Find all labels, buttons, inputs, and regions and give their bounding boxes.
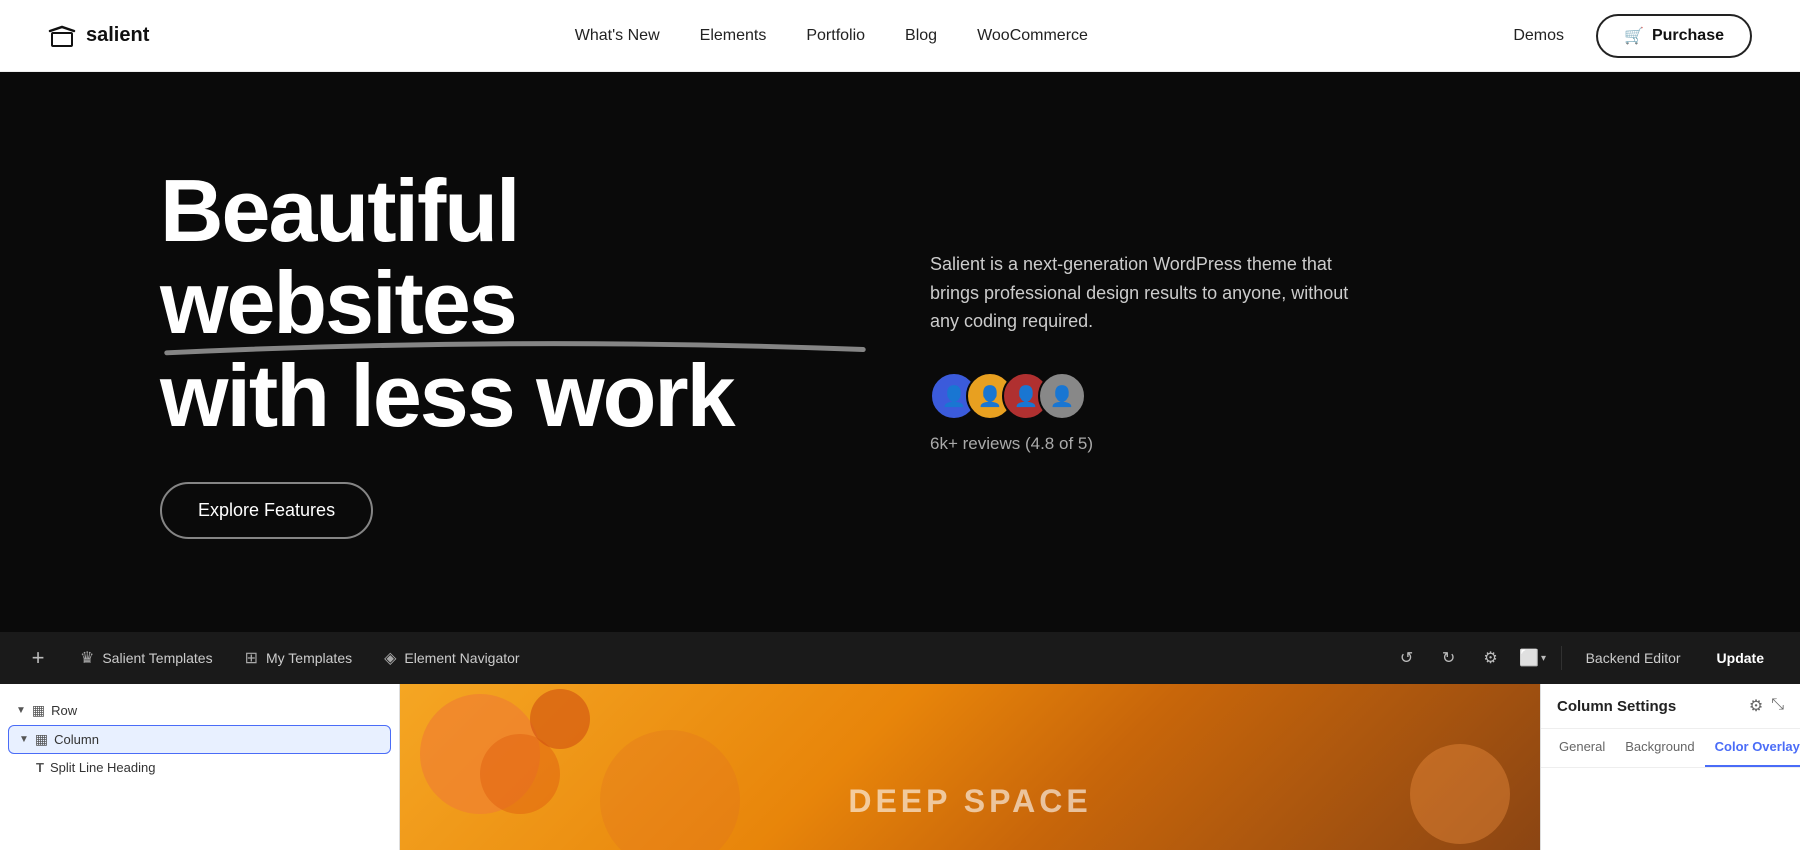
underline-svg — [160, 333, 870, 359]
circle-5 — [600, 730, 740, 850]
settings-panel: Column Settings ⚙ ⤡ General Background C… — [1540, 684, 1800, 850]
nav-portfolio[interactable]: Portfolio — [806, 27, 865, 45]
row-arrow: ▼ — [16, 705, 26, 716]
salient-templates-button[interactable]: ♛ Salient Templates — [64, 642, 229, 674]
salient-templates-label: Salient Templates — [102, 650, 212, 666]
nav-woocommerce[interactable]: WooCommerce — [977, 27, 1088, 45]
split-line-label: Split Line Heading — [50, 760, 156, 775]
row-icon: ▦ — [32, 702, 45, 719]
tree-row-row[interactable]: ▼ ▦ Row — [0, 696, 399, 725]
settings-expand-icon[interactable]: ⤡ — [1771, 696, 1784, 716]
add-element-button[interactable]: + — [20, 640, 56, 676]
explore-features-button[interactable]: Explore Features — [160, 482, 373, 539]
settings-title: Column Settings — [1557, 698, 1676, 715]
column-icon: ▦ — [35, 731, 48, 748]
cart-icon: 🛒 — [1624, 26, 1644, 46]
hero-avatars: 👤 👤 👤 👤 — [930, 372, 1640, 420]
purchase-button[interactable]: 🛒 Purchase — [1596, 14, 1752, 58]
tree-row-column[interactable]: ▼ ▦ Column — [8, 725, 391, 754]
my-templates-button[interactable]: ⊞ My Templates — [229, 642, 369, 674]
nav-elements[interactable]: Elements — [700, 27, 767, 45]
decorative-circles — [400, 684, 1540, 850]
tab-color-overlay[interactable]: Color Overlay — [1705, 729, 1800, 767]
reviews-rating: (4.8 of 5) — [1025, 434, 1093, 453]
column-label: Column — [54, 732, 99, 747]
tree-row-split-heading[interactable]: T Split Line Heading — [0, 754, 399, 781]
text-icon: T — [36, 760, 44, 775]
builder-preview: ▼ ▦ Row ▼ ▦ Column T Split Line Heading … — [0, 684, 1800, 850]
hero-left: Beautiful websites with less work Explor… — [160, 165, 870, 539]
purchase-label: Purchase — [1652, 27, 1724, 45]
hero-right: Salient is a next-generation WordPress t… — [870, 250, 1640, 454]
avatar-4: 👤 — [1038, 372, 1086, 420]
toolbar: + ♛ Salient Templates ⊞ My Templates ◈ E… — [0, 632, 1800, 684]
update-button[interactable]: Update — [1701, 644, 1780, 672]
monitor-icon: ⬜ — [1519, 648, 1539, 668]
hero-section: Beautiful websites with less work Explor… — [0, 72, 1800, 632]
tab-background[interactable]: Background — [1615, 729, 1704, 767]
my-templates-label: My Templates — [266, 650, 352, 666]
tab-general[interactable]: General — [1549, 729, 1615, 767]
undo-button[interactable]: ↺ — [1389, 640, 1425, 676]
navbar: salient What's New Elements Portfolio Bl… — [0, 0, 1800, 72]
element-tree: ▼ ▦ Row ▼ ▦ Column T Split Line Heading — [0, 684, 400, 850]
canvas-mockup: DEEP SPACE — [400, 684, 1540, 850]
column-arrow: ▼ — [19, 734, 29, 745]
hero-title-line1: Beautiful websites — [160, 165, 870, 350]
settings-button[interactable]: ⚙ — [1473, 640, 1509, 676]
crown-icon: ♛ — [80, 648, 94, 668]
hero-reviews: 6k+ reviews (4.8 of 5) — [930, 434, 1640, 454]
layers-icon: ◈ — [384, 648, 396, 668]
settings-header-icons: ⚙ ⤡ — [1749, 696, 1784, 716]
settings-header: Column Settings ⚙ ⤡ — [1541, 684, 1800, 729]
hero-description: Salient is a next-generation WordPress t… — [930, 250, 1350, 336]
hero-title-bold: Beautiful — [160, 161, 518, 260]
canvas-overlay-text: DEEP SPACE — [848, 783, 1091, 820]
logo-icon — [48, 25, 76, 47]
settings-tabs: General Background Color Overlay ··· — [1541, 729, 1800, 768]
circle-4 — [1410, 744, 1510, 844]
logo[interactable]: salient — [48, 24, 149, 47]
row-label: Row — [51, 703, 77, 718]
logo-text: salient — [86, 24, 149, 47]
chevron-down-icon: ▾ — [1541, 653, 1546, 664]
toolbar-divider — [1561, 646, 1562, 670]
backend-editor-button[interactable]: Backend Editor — [1572, 644, 1695, 672]
reviews-count: 6k+ reviews — [930, 434, 1020, 453]
redo-button[interactable]: ↻ — [1431, 640, 1467, 676]
hero-title-line2: with less work — [160, 350, 870, 442]
nav-right: Demos 🛒 Purchase — [1513, 14, 1752, 58]
circle-3 — [530, 689, 590, 749]
nav-links: What's New Elements Portfolio Blog WooCo… — [575, 27, 1088, 45]
element-navigator-button[interactable]: ◈ Element Navigator — [368, 642, 535, 674]
settings-gear-icon[interactable]: ⚙ — [1749, 696, 1763, 716]
preview-button[interactable]: ⬜ ▾ — [1515, 640, 1551, 676]
hero-title: Beautiful websites with less work — [160, 165, 870, 442]
toolbar-right: ↺ ↻ ⚙ ⬜ ▾ Backend Editor Update — [1389, 640, 1780, 676]
templates-icon: ⊞ — [245, 648, 258, 668]
element-navigator-label: Element Navigator — [404, 650, 519, 666]
nav-blog[interactable]: Blog — [905, 27, 937, 45]
demos-link[interactable]: Demos — [1513, 27, 1564, 45]
nav-whats-new[interactable]: What's New — [575, 27, 660, 45]
canvas: DEEP SPACE — [400, 684, 1540, 850]
